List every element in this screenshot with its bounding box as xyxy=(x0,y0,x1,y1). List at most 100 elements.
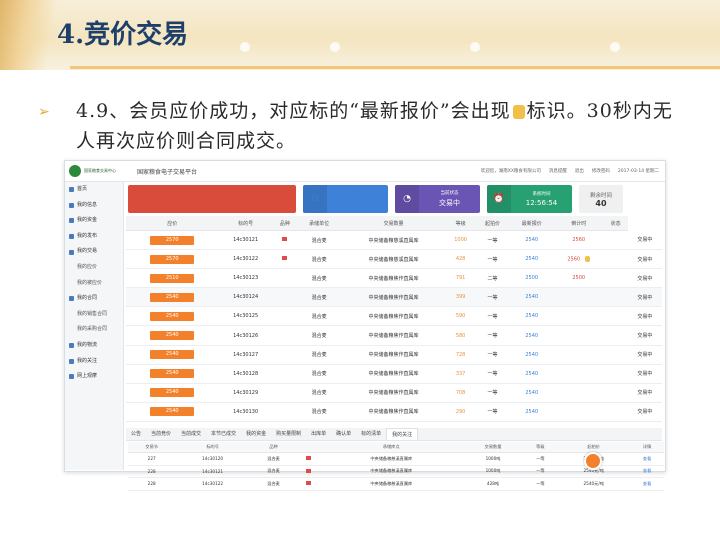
latest-price-value: 2560 xyxy=(567,256,581,263)
slide-title: 4.竞价交易 xyxy=(57,20,189,50)
top-link[interactable]: 退出 xyxy=(575,168,584,174)
sidebar-item[interactable]: 我的信息 xyxy=(65,198,123,214)
qty-cell: 1000吨 xyxy=(462,452,524,466)
bottom-tab[interactable]: 公告 xyxy=(126,428,146,440)
start-price-cell: 2540元/吨 xyxy=(557,477,631,491)
kind-cell: 混合麦 xyxy=(296,268,342,289)
unit-cell: 中央储备粮焦作直属库 xyxy=(341,402,446,422)
bid-cell: 2540 xyxy=(126,287,219,308)
countdown-label: 剩余时间 xyxy=(589,192,612,199)
qty-cell: 399 xyxy=(445,287,476,308)
flag-cell xyxy=(272,287,297,308)
bid-button[interactable]: 2540 xyxy=(150,407,195,417)
countdown-cell xyxy=(603,287,628,308)
countdown-card: 剩余时间 40 xyxy=(579,185,623,213)
bottom-tab[interactable]: 我的关注 xyxy=(386,428,419,440)
detail-link[interactable]: 查看 xyxy=(643,456,651,461)
sidebar-item-label: 我的采购合同 xyxy=(77,326,108,333)
bid-button[interactable]: 2540 xyxy=(150,369,195,379)
bokeh-dot xyxy=(240,42,250,52)
bottom-tab[interactable]: 购买量限制 xyxy=(271,428,306,440)
wheat-decoration xyxy=(0,0,60,70)
bokeh-dot xyxy=(610,42,620,52)
bid-button[interactable]: 2570 xyxy=(150,254,195,264)
kind-cell: 混合麦 xyxy=(296,230,342,251)
top-link[interactable]: 2017-03-14 星期二 xyxy=(618,168,659,174)
sidebar-item[interactable]: 我的合同 xyxy=(65,291,123,307)
watchlist-table-header: 交易节 标的号 品种 承储库点 交易数量 等级 起拍价 详情 xyxy=(128,442,664,453)
session-card: 01月14日 我的销售 国家政策性粮油竞价销售 xyxy=(128,185,296,213)
top-link: 欢迎您，湖南XX粮食有限公司 xyxy=(480,169,541,174)
floating-chat-button[interactable] xyxy=(584,452,602,470)
qty-cell: 791 xyxy=(445,268,476,289)
bottom-tab[interactable]: 我的资金 xyxy=(241,428,271,440)
qty-cell: 428吨 xyxy=(462,477,524,491)
bid-cell: 2540 xyxy=(126,345,219,365)
qty-cell: 1000吨 xyxy=(462,465,524,478)
sidebar-item-label: 我的物流 xyxy=(77,341,98,348)
bid-button[interactable]: 2540 xyxy=(150,331,195,341)
current-session-card: ⚇ 当前交易节 228 xyxy=(303,185,388,213)
bid-button[interactable]: 2510 xyxy=(150,273,195,283)
latest-price-cell xyxy=(553,402,604,422)
countdown-cell xyxy=(603,268,628,289)
sidebar-item[interactable]: 我的物流 xyxy=(65,338,123,354)
bid-button[interactable]: 2540 xyxy=(150,388,195,398)
sidebar-item[interactable]: 我的销售合同 xyxy=(65,307,123,323)
sidebar-item[interactable]: 首页 xyxy=(65,182,123,198)
sidebar-item-label: 我的关注 xyxy=(77,357,98,364)
sidebar-item-label: 我的发布 xyxy=(77,232,98,239)
qty-cell: 1000 xyxy=(445,230,476,251)
auction-table-header: 应价 标的号 品种 承储单位 交易数量 等级 起拍价 最新报价 倒计时 状态 xyxy=(126,216,662,231)
unit-cell: 中央储备粮焦作直属库 xyxy=(341,287,446,308)
flag-cell xyxy=(272,325,297,346)
latest-price-cell xyxy=(553,306,604,327)
bottom-tab[interactable]: 当前成交 xyxy=(176,428,206,440)
bid-button[interactable]: 2540 xyxy=(150,292,195,302)
grade-cell: 一等 xyxy=(523,477,558,491)
kind-cell: 混合麦 xyxy=(249,477,298,491)
top-link[interactable]: 消息提醒 xyxy=(549,168,567,174)
sidebar-item[interactable]: 我的交易 xyxy=(65,244,123,260)
bid-cell: 2540 xyxy=(126,383,219,403)
grade-cell: 一等 xyxy=(523,465,558,478)
detail-link[interactable]: 查看 xyxy=(643,468,651,473)
top-link[interactable]: 修改密码 xyxy=(592,168,610,174)
sidebar-item[interactable]: 我的发布 xyxy=(65,229,123,245)
unit-cell: 中央储备粮慈溪直属库 xyxy=(319,452,463,466)
sidebar-item[interactable]: 我的被应价 xyxy=(65,276,123,292)
bullet-arrow-icon: ➢ xyxy=(38,104,50,120)
flag-cell xyxy=(272,364,297,384)
bottom-tab[interactable]: 出库单 xyxy=(306,428,331,440)
lot-cell: 14c30126 xyxy=(218,325,273,346)
start-price-cell: 2540 xyxy=(509,230,554,251)
bid-cell: 2540 xyxy=(126,306,219,327)
unit-cell: 中央储备粮焦作直属库 xyxy=(341,364,446,384)
sidebar-item[interactable]: 我的采购合同 xyxy=(65,322,123,338)
lot-cell: 14c30121 xyxy=(175,465,250,478)
sidebar-item[interactable]: 我的关注 xyxy=(65,354,123,370)
bottom-tab[interactable]: 确认单 xyxy=(331,428,356,440)
column-header: 最新报价 xyxy=(509,216,554,231)
flag-cell xyxy=(272,249,297,270)
menu-icon xyxy=(69,234,74,240)
sidebar-item[interactable]: 网上观摩 xyxy=(65,369,123,385)
flag-cell xyxy=(272,383,297,403)
table-row: 2540 14c30125 混合麦 中央储备粮焦作直属库 590 一等 2540 交易中 xyxy=(126,306,662,327)
sidebar-item[interactable]: 我的资金 xyxy=(65,213,123,229)
kind-cell: 混合麦 xyxy=(296,364,342,384)
column-header: 承储单位 xyxy=(296,216,342,231)
detail-link[interactable]: 查看 xyxy=(643,481,651,486)
table-row: 2570 14c30121 混合麦 中央储备粮慈溪直属库 1000 一等 2540 2560 交… xyxy=(126,230,662,251)
bid-button[interactable]: 2570 xyxy=(150,235,195,245)
bottom-tab[interactable]: 本节已成交 xyxy=(206,428,241,440)
sidebar-item[interactable]: 我的应价 xyxy=(65,260,123,276)
kind-cell: 混合麦 xyxy=(296,345,342,365)
bottom-tab[interactable]: 当前竞价 xyxy=(146,428,176,440)
status-cards: 01月14日 我的销售 国家政策性粮油竞价销售 ⚇ 当前交易节 228 ◔ 当前状… xyxy=(124,182,664,216)
bid-button[interactable]: 2540 xyxy=(150,350,195,360)
bottom-tab[interactable]: 标的清单 xyxy=(356,428,386,440)
bid-button[interactable]: 2540 xyxy=(150,311,195,321)
status-cell: 交易中 xyxy=(627,325,662,346)
session-cell: 228 xyxy=(128,465,176,478)
